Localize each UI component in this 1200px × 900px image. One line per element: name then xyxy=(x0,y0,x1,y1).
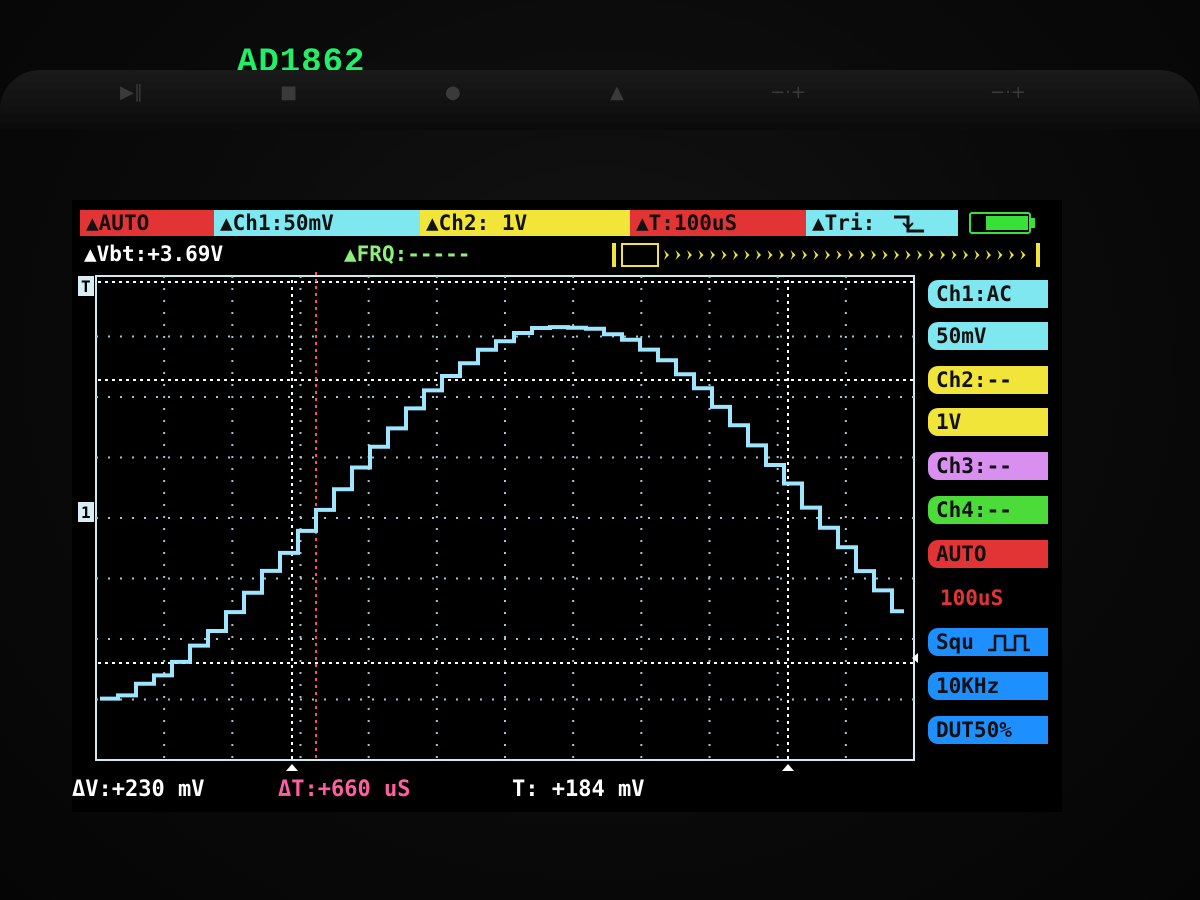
memory-chevron xyxy=(768,250,773,260)
up-arrow-icon: ▲ xyxy=(812,211,825,235)
up-arrow-icon: ▲ xyxy=(84,242,97,266)
memory-chevron xyxy=(733,250,738,260)
memory-chevron xyxy=(998,250,1003,260)
memory-chevron xyxy=(710,250,715,260)
battery-voltage-label: Vbt:+3.69V xyxy=(97,242,223,266)
memory-chevron xyxy=(1009,250,1014,260)
memory-chevron xyxy=(906,250,911,260)
up-arrow-icon: ▲ xyxy=(344,242,357,266)
trigger-level-readout: T: +184 mV xyxy=(512,777,644,802)
memory-chevron xyxy=(802,250,807,260)
memory-chevron xyxy=(825,250,830,260)
side-wave-label: Squ xyxy=(936,630,974,654)
battery-icon xyxy=(968,210,1038,236)
memory-chevron xyxy=(756,250,761,260)
memory-chevron xyxy=(871,250,876,260)
memory-chevron xyxy=(676,250,681,260)
memory-chevron xyxy=(986,250,991,260)
header-ch2-label: Ch2: 1V xyxy=(439,211,528,235)
memory-chevron xyxy=(975,250,980,260)
memory-chevron xyxy=(687,250,692,260)
delta-v-readout: ΔV:+230 mV xyxy=(72,777,204,802)
header-ch1[interactable]: ▲Ch1:50mV xyxy=(214,210,420,236)
memory-chevron xyxy=(848,250,853,260)
ch1-trace xyxy=(100,327,904,698)
up-arrow-icon: ▲ xyxy=(426,211,439,235)
cursor-a-marker xyxy=(286,764,298,771)
memory-chevron xyxy=(929,250,934,260)
delta-t-readout: ΔT:+660 uS xyxy=(278,777,410,802)
header-ch1-label: Ch1:50mV xyxy=(233,211,334,235)
memory-chevron xyxy=(814,250,819,260)
trigger-marker-label: T xyxy=(81,277,91,296)
header-timebase[interactable]: ▲T:100uS xyxy=(630,210,806,236)
stop-icon: ■ xyxy=(280,82,297,103)
battery-voltage: ▲Vbt:+3.69V xyxy=(84,242,223,266)
header-trigger-label: Tri: xyxy=(825,211,876,235)
side-ch4[interactable]: Ch4:-- xyxy=(928,496,1048,524)
side-wave-type[interactable]: Squ xyxy=(928,628,1048,656)
header-ch2[interactable]: ▲Ch2: 1V xyxy=(420,210,630,236)
header-timebase-label: T:100uS xyxy=(649,211,738,235)
side-duty-cycle[interactable]: DUT50% xyxy=(928,716,1048,744)
memory-chevron xyxy=(1021,250,1026,260)
side-ch3[interactable]: Ch3:-- xyxy=(928,452,1048,480)
memory-chevron xyxy=(722,250,727,260)
memory-chevron xyxy=(699,250,704,260)
falling-edge-icon xyxy=(892,214,926,234)
memory-chevron xyxy=(883,250,888,260)
up-arrow-icon: ▲ xyxy=(86,211,99,235)
up-arrow-icon: ▲ xyxy=(220,211,233,235)
memory-chevron xyxy=(837,250,842,260)
memory-chevron xyxy=(860,250,865,260)
cursor-b-marker xyxy=(782,764,794,771)
side-ch1-scale[interactable]: 50mV xyxy=(928,322,1048,350)
side-gen-frequency[interactable]: 10KHz xyxy=(928,672,1048,700)
frequency-readout: ▲FRQ:----- xyxy=(344,242,470,266)
up-arrow-icon: ▲ xyxy=(636,211,649,235)
waveform-plot: T 1 xyxy=(72,266,922,776)
minus-plus-icon-2: −·+ xyxy=(990,82,1026,103)
memory-chevron xyxy=(917,250,922,260)
memory-chevron xyxy=(664,250,669,260)
side-ch1-coupling[interactable]: Ch1:AC xyxy=(928,280,1048,308)
side-ch2[interactable]: Ch2:-- xyxy=(928,366,1048,394)
triangle-icon: ▲ xyxy=(610,82,624,103)
oscilloscope-screen: ▲AUTO ▲Ch1:50mV ▲Ch2: 1V ▲T:100uS ▲Tri: … xyxy=(72,200,1062,812)
side-timebase[interactable]: 100uS xyxy=(928,584,1048,612)
memory-chevron xyxy=(940,250,945,260)
minus-plus-icon: −·+ xyxy=(770,82,806,103)
side-mode[interactable]: AUTO xyxy=(928,540,1048,568)
memory-chevron xyxy=(745,250,750,260)
play-pause-icon: ▶∥ xyxy=(120,82,143,103)
memory-chevron xyxy=(963,250,968,260)
header-mode[interactable]: ▲AUTO xyxy=(80,210,214,236)
circle-icon: ● xyxy=(445,82,461,103)
memory-chevron xyxy=(779,250,784,260)
side-ch2-scale[interactable]: 1V xyxy=(928,408,1048,436)
frequency-readout-label: FRQ:----- xyxy=(357,242,471,266)
square-wave-icon xyxy=(987,633,1031,653)
header-mode-label: AUTO xyxy=(99,211,150,235)
ground-marker-label: 1 xyxy=(81,503,91,522)
memory-chevron xyxy=(791,250,796,260)
memory-chevron xyxy=(894,250,899,260)
header-trigger[interactable]: ▲Tri: xyxy=(806,210,958,236)
memory-chevron xyxy=(952,250,957,260)
